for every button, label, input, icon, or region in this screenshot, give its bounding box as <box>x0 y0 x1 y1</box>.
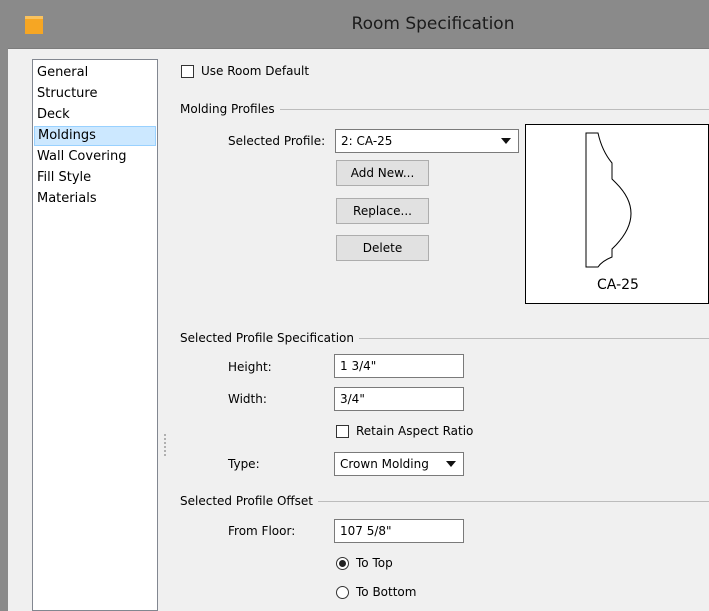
replace-button[interactable]: Replace... <box>336 198 429 224</box>
nav-item-moldings[interactable]: Moldings <box>34 126 156 146</box>
selected-profile-value: 2: CA-25 <box>341 134 393 148</box>
selected-profile-dropdown[interactable]: 2: CA-25 <box>335 129 519 153</box>
nav-item-structure[interactable]: Structure <box>34 84 156 104</box>
type-dropdown[interactable]: Crown Molding <box>334 452 464 476</box>
width-label: Width: <box>228 392 267 406</box>
category-list[interactable]: General Structure Deck Moldings Wall Cov… <box>32 59 158 611</box>
window-title: Room Specification <box>351 14 515 34</box>
retain-aspect-ratio-checkbox[interactable] <box>336 425 349 438</box>
from-floor-label: From Floor: <box>228 524 296 538</box>
width-field[interactable]: 3/4" <box>334 387 464 411</box>
nav-item-general[interactable]: General <box>34 63 156 83</box>
add-new-button[interactable]: Add New... <box>336 160 429 186</box>
nav-item-wall-covering[interactable]: Wall Covering <box>34 147 156 167</box>
from-floor-field[interactable]: 107 5/8" <box>334 519 464 543</box>
preview-label: CA-25 <box>597 277 639 293</box>
type-value: Crown Molding <box>340 457 429 471</box>
use-room-default-label: Use Room Default <box>201 64 310 78</box>
nav-item-deck[interactable]: Deck <box>34 105 156 125</box>
profile-preview: CA-25 <box>525 124 709 304</box>
profile-offset-title: Selected Profile Offset <box>180 493 319 509</box>
use-room-default-checkbox[interactable] <box>181 65 194 78</box>
title-bar: Room Specification <box>0 0 709 49</box>
molding-profiles-title: Molding Profiles <box>180 101 280 117</box>
splitter-handle[interactable] <box>164 434 166 456</box>
chevron-down-icon <box>446 461 456 467</box>
window-frame-left <box>0 48 8 611</box>
chevron-down-icon <box>501 138 511 144</box>
profile-spec-title: Selected Profile Specification <box>180 330 360 346</box>
to-bottom-radio[interactable] <box>336 586 349 599</box>
to-bottom-label: To Bottom <box>356 585 417 599</box>
delete-button[interactable]: Delete <box>336 235 429 261</box>
to-top-radio[interactable] <box>336 557 349 570</box>
nav-item-materials[interactable]: Materials <box>34 189 156 209</box>
retain-aspect-ratio-label: Retain Aspect Ratio <box>356 424 474 438</box>
height-label: Height: <box>228 360 272 374</box>
nav-item-fill-style[interactable]: Fill Style <box>34 168 156 188</box>
selected-profile-label: Selected Profile: <box>228 134 326 148</box>
height-field[interactable]: 1 3/4" <box>334 354 464 378</box>
type-label: Type: <box>228 457 260 471</box>
to-top-label: To Top <box>356 556 393 570</box>
